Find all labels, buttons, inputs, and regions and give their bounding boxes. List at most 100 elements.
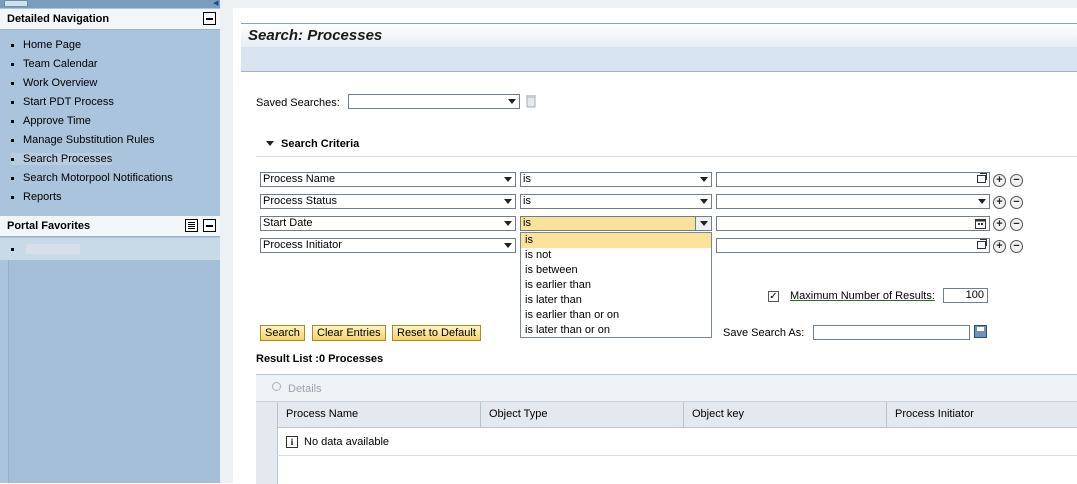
operator-option-is-earlier-than[interactable]: is earlier than	[521, 278, 711, 293]
value-help-icon[interactable]	[977, 173, 987, 183]
criteria-operator-dropdown[interactable]: is	[520, 172, 712, 187]
criteria-field-dropdown[interactable]: Process Initiator	[260, 238, 516, 253]
column-object-key[interactable]: Object key	[683, 402, 886, 427]
chevron-down-icon	[504, 221, 512, 226]
criteria-field-dropdown[interactable]: Start Date	[260, 216, 516, 231]
chevron-down-icon	[700, 199, 708, 204]
details-button[interactable]: Details	[288, 383, 322, 395]
add-criteria-icon[interactable]: +	[993, 196, 1006, 209]
add-criteria-icon[interactable]: +	[993, 174, 1006, 187]
page-toolbar	[241, 47, 1077, 72]
row-selector-column[interactable]	[256, 427, 278, 484]
nav-item-work-overview[interactable]: Work Overview	[0, 74, 220, 93]
nav-item-search-motorpool-notifications[interactable]: Search Motorpool Notifications	[0, 169, 220, 188]
minimize-navigation-icon[interactable]	[203, 12, 216, 25]
max-results-checkbox[interactable]: ✓	[768, 291, 779, 302]
criteria-operator-dropdown[interactable]: is	[520, 194, 712, 209]
minimize-favorites-icon[interactable]	[203, 219, 216, 232]
page-title-bar: Search: Processes	[241, 23, 1077, 47]
nav-item-approve-time[interactable]: Approve Time	[0, 112, 220, 131]
chevron-down-icon	[504, 177, 512, 182]
nav-item-manage-substitution-rules[interactable]: Manage Substitution Rules	[0, 131, 220, 150]
collapse-nav-icon[interactable]: ◀	[213, 0, 220, 7]
portal-favorites-header: Portal Favorites	[0, 216, 220, 237]
magnifier-icon	[272, 382, 281, 391]
operator-option-is-later-than[interactable]: is later than	[521, 293, 711, 308]
clear-entries-button[interactable]: Clear Entries	[312, 325, 386, 341]
operator-option-is-between[interactable]: is between	[521, 263, 711, 278]
reset-to-default-button[interactable]: Reset to Default	[392, 325, 481, 341]
saved-searches-label: Saved Searches:	[256, 97, 340, 109]
nav-item-reports[interactable]: Reports	[0, 188, 220, 207]
operator-options-list: is is not is between is earlier than is …	[520, 232, 712, 338]
collapse-criteria-icon[interactable]	[266, 141, 274, 146]
remove-criteria-icon[interactable]: −	[1010, 218, 1023, 231]
chevron-down-icon	[504, 199, 512, 204]
nav-scroll-arrows-icon[interactable]	[4, 0, 28, 7]
remove-criteria-icon[interactable]: −	[1010, 174, 1023, 187]
chevron-down-icon	[978, 199, 986, 204]
chevron-down-icon	[700, 177, 708, 182]
chevron-down-icon	[700, 221, 708, 226]
add-criteria-icon[interactable]: +	[993, 218, 1006, 231]
search-criteria-title[interactable]: Search Criteria	[281, 138, 359, 150]
nav-item-home-page[interactable]: Home Page	[0, 36, 220, 55]
criteria-field-dropdown[interactable]: Process Status	[260, 194, 516, 209]
nav-item-start-pdt-process[interactable]: Start PDT Process	[0, 93, 220, 112]
column-object-type[interactable]: Object Type	[480, 402, 683, 427]
criteria-value-dropdown[interactable]	[716, 194, 990, 209]
operator-option-is-later-than-or-on[interactable]: is later than or on	[521, 323, 711, 338]
info-icon: i	[286, 436, 298, 448]
criteria-field-dropdown[interactable]: Process Name	[260, 172, 516, 187]
save-search-input[interactable]	[813, 325, 970, 340]
criteria-value-input[interactable]	[716, 238, 990, 253]
column-process-name[interactable]: Process Name	[277, 402, 480, 427]
criteria-divider	[256, 156, 1077, 157]
calendar-icon[interactable]	[975, 218, 986, 229]
detailed-navigation-panel: ◀ Detailed Navigation Home Page Team Cal…	[0, 0, 221, 483]
save-icon[interactable]	[974, 325, 987, 338]
result-table-header: Process Name Object Type Object key Proc…	[256, 402, 1077, 428]
saved-searches-dropdown[interactable]	[348, 94, 520, 109]
nav-item-search-processes[interactable]: Search Processes	[0, 150, 220, 169]
operator-option-is-not[interactable]: is not	[521, 248, 711, 263]
favorite-bullet	[11, 248, 14, 251]
remove-criteria-icon[interactable]: −	[1010, 196, 1023, 209]
operator-option-is[interactable]: is	[521, 233, 711, 248]
operator-option-is-earlier-than-or-on[interactable]: is earlier than or on	[521, 308, 711, 323]
chevron-down-icon	[508, 99, 516, 104]
result-list-title: Result List :0 Processes	[256, 353, 384, 365]
criteria-operator-dropdown-open[interactable]: is	[520, 216, 712, 231]
add-criteria-icon[interactable]: +	[993, 240, 1006, 253]
search-button[interactable]: Search	[260, 325, 305, 341]
empty-message-text: No data available	[304, 436, 390, 448]
row-divider	[277, 455, 1077, 456]
chevron-down-icon	[504, 243, 512, 248]
remove-criteria-icon[interactable]: −	[1010, 240, 1023, 253]
max-results-input[interactable]: 100	[943, 288, 988, 303]
nav-top-strip	[0, 0, 220, 8]
nav-item-team-calendar[interactable]: Team Calendar	[0, 55, 220, 74]
favorites-menu-icon[interactable]	[185, 219, 198, 232]
max-results-label: Maximum Number of Results:	[790, 290, 935, 302]
favorites-body	[8, 260, 221, 483]
detailed-navigation-title: Detailed Navigation	[7, 13, 110, 25]
favorite-item-redacted[interactable]	[26, 244, 80, 254]
trash-icon[interactable]	[525, 94, 537, 108]
empty-message: i No data available	[286, 436, 389, 448]
content-top-strip	[233, 0, 1077, 8]
column-process-initiator[interactable]: Process Initiator	[886, 402, 1077, 427]
page-title: Search: Processes	[248, 27, 383, 44]
detailed-navigation-header: Detailed Navigation	[0, 9, 220, 30]
save-search-label: Save Search As:	[723, 327, 805, 339]
favorites-list	[0, 238, 220, 260]
value-help-icon[interactable]	[977, 239, 987, 249]
criteria-value-input[interactable]	[716, 172, 990, 187]
result-toolbar: Details	[256, 375, 1077, 402]
panel-gutter	[220, 0, 233, 483]
result-table: Details Process Name Object Type Object …	[256, 374, 1077, 484]
criteria-date-input[interactable]	[716, 216, 990, 231]
select-all-column[interactable]	[256, 402, 277, 427]
nav-list: Home Page Team Calendar Work Overview St…	[0, 36, 220, 207]
portal-favorites-title: Portal Favorites	[7, 220, 91, 232]
